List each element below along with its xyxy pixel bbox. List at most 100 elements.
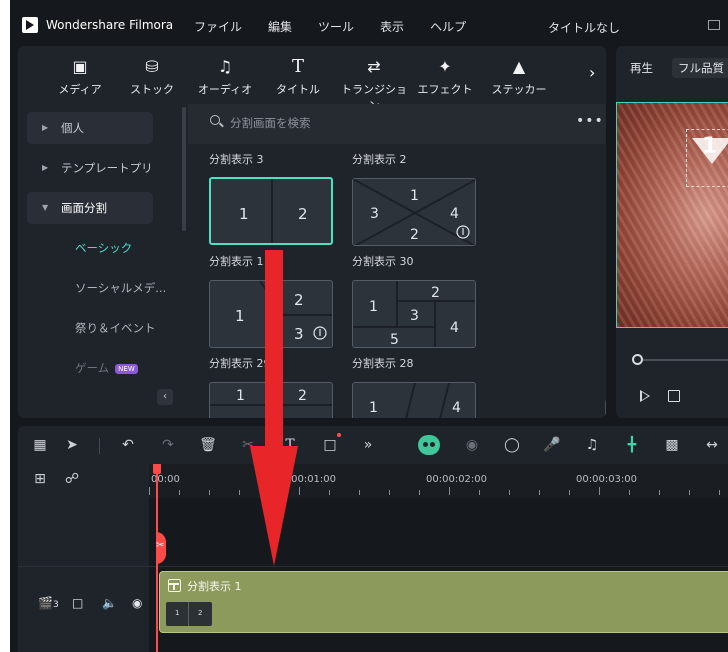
tab-media[interactable]: ▣ メディア [45, 58, 115, 97]
ruler-tick [449, 487, 450, 495]
add-track-icon[interactable]: ⊞ [30, 470, 50, 488]
play-icon[interactable] [640, 390, 650, 402]
template-label: 分割表示 28 [352, 357, 414, 370]
menu-file[interactable]: ファイル [194, 18, 242, 35]
media-icon: ▣ [72, 57, 88, 76]
menu-edit[interactable]: 編集 [268, 18, 292, 35]
tab-full-quality[interactable]: フル品質 [672, 58, 728, 78]
template-split-partial-right[interactable]: 1 4 [352, 382, 476, 418]
collapse-sidebar-icon[interactable]: ‹ [157, 389, 173, 405]
layout-grid-icon[interactable]: ▦ [30, 436, 50, 454]
sidebar-item-template-presets[interactable]: ▶ テンプレートプリセ... [27, 152, 153, 184]
redo-icon[interactable]: ↷ [158, 436, 178, 454]
stop-icon[interactable] [668, 390, 680, 402]
cell-number: 4 [450, 320, 459, 336]
pip-icon[interactable]: ▩ [662, 436, 682, 454]
eye-icon[interactable]: ◉ [132, 596, 142, 610]
playhead-scissor-handle[interactable] [156, 532, 166, 564]
split-template-icon [168, 579, 181, 592]
render-icon[interactable]: ◉ [462, 436, 482, 454]
window-button-icon[interactable] [708, 20, 720, 30]
cell-number: 2 [410, 227, 419, 243]
clip-thumb-divider [188, 602, 189, 626]
template-label: 分割表示 3 [209, 153, 264, 166]
filmora-window: Wondershare Filmora ファイル 編集 ツール 表示 ヘルプ タ… [10, 0, 728, 652]
tab-audio[interactable]: ♫ オーディオ [190, 58, 260, 97]
preview-progress-track[interactable] [636, 359, 728, 361]
split-layout-graphic: 1 4 [369, 383, 461, 418]
menu-view[interactable]: 表示 [380, 18, 404, 35]
sidebar-item-personal[interactable]: ▶ 個人 [27, 112, 153, 144]
library-panel: ▣ メディア ⛁ ストック ♫ オーディオ T タイトル ⇄ トランジション ✦… [18, 46, 606, 418]
select-pointer-icon[interactable]: ➤ [62, 436, 82, 454]
drop-zone-number: 1 [702, 134, 718, 159]
tab-stock-label: ストック [130, 83, 174, 96]
preview-progress-knob[interactable] [632, 354, 643, 365]
tab-effect-label: エフェクト [417, 83, 473, 96]
sidebar-item-split-screen[interactable]: ▼ 画面分割 [27, 192, 153, 224]
grid-scrollbar[interactable] [605, 400, 606, 418]
sidebar-scrollbar[interactable] [182, 107, 186, 231]
preview-panel: 再生 フル品質 1 [616, 46, 728, 418]
tab-sticker[interactable]: ▲ ステッカー [484, 58, 554, 97]
search-input[interactable] [230, 116, 530, 130]
cell-number: 2 [431, 285, 440, 301]
sidebar-sub-game[interactable]: ゲーム NEW [75, 360, 138, 376]
microphone-icon[interactable]: 🎤 [542, 436, 562, 454]
cell-number: 3 [410, 308, 419, 324]
audio-list-icon[interactable]: ♫ [582, 436, 602, 454]
drag-arrow-annotation [250, 250, 298, 566]
crop-icon[interactable]: □ [320, 436, 340, 454]
ruler-tick [359, 490, 360, 495]
timeline-ruler[interactable]: 00:00 00:00:01:00 00:00:02:00 00:00:03:0… [149, 464, 728, 498]
sidebar-sub-social-media[interactable]: ソーシャルメデ... [75, 280, 166, 296]
delete-icon[interactable]: 🗑 [198, 436, 218, 454]
sidebar-item-label: 画面分割 [61, 201, 107, 215]
ruler-tick [599, 487, 600, 495]
tab-effect[interactable]: ✦ エフェクト [410, 58, 480, 97]
track-divider [18, 566, 728, 567]
cell-number: 1 [236, 388, 245, 404]
ruler-tick [419, 490, 420, 495]
split-tool-icon[interactable]: ╋ [622, 436, 642, 454]
cell-number: 1 [235, 307, 245, 325]
tab-title[interactable]: T タイトル [263, 58, 333, 97]
library-toolbar: ▣ メディア ⛁ ストック ♫ オーディオ T タイトル ⇄ トランジション ✦… [18, 46, 606, 113]
sidebar-sub-basic[interactable]: ベーシック [75, 240, 132, 256]
ruler-tick [239, 490, 240, 495]
template-split-30[interactable]: 1 3 4 2 [352, 178, 476, 246]
tab-stock[interactable]: ⛁ ストック [117, 58, 187, 97]
more-options-icon[interactable]: ••• [576, 113, 604, 129]
cell-number: 1 [369, 400, 378, 416]
template-label: 分割表示 30 [352, 255, 414, 268]
cell-number: 4 [452, 400, 461, 416]
menu-bar: ファイル 編集 ツール 表示 ヘルプ [194, 18, 492, 35]
cell-number: 1 [410, 188, 419, 204]
menu-help[interactable]: ヘルプ [430, 18, 466, 35]
ruler-tick [629, 490, 630, 495]
speaker-icon[interactable]: 🔈 [102, 596, 117, 610]
marker-icon[interactable]: ◯ [502, 436, 522, 454]
cell-number: 1 [239, 205, 249, 223]
timeline-clip[interactable]: 分割表示 1 1 2 [159, 571, 728, 633]
menu-tools[interactable]: ツール [318, 18, 354, 35]
new-badge: NEW [115, 363, 138, 374]
ruler-tick [689, 490, 690, 495]
more-tools-icon[interactable]: » [358, 436, 378, 454]
lock-icon[interactable]: □ [72, 596, 83, 610]
sidebar-sub-festival-event[interactable]: 祭り＆イベント [75, 320, 156, 336]
tab-media-label: メディア [58, 83, 102, 96]
tab-play[interactable]: 再生 [630, 60, 653, 76]
split-layout-graphic: 1 3 4 2 [353, 179, 475, 245]
template-split-1[interactable]: 1 2 [209, 177, 333, 245]
stock-icon: ⛁ [145, 57, 159, 76]
chevron-right-icon[interactable]: › [589, 63, 595, 82]
ruler-tick [569, 490, 570, 495]
template-split-28[interactable]: 1 2 3 4 5 [352, 280, 476, 348]
cell-number: 5 [390, 332, 399, 348]
fit-icon[interactable]: ↔ [702, 436, 722, 454]
undo-icon[interactable]: ↶ [118, 436, 138, 454]
unlink-icon[interactable]: ☍ [62, 470, 82, 488]
playhead-top[interactable] [153, 464, 161, 474]
ai-assistant-icon[interactable] [418, 435, 440, 455]
